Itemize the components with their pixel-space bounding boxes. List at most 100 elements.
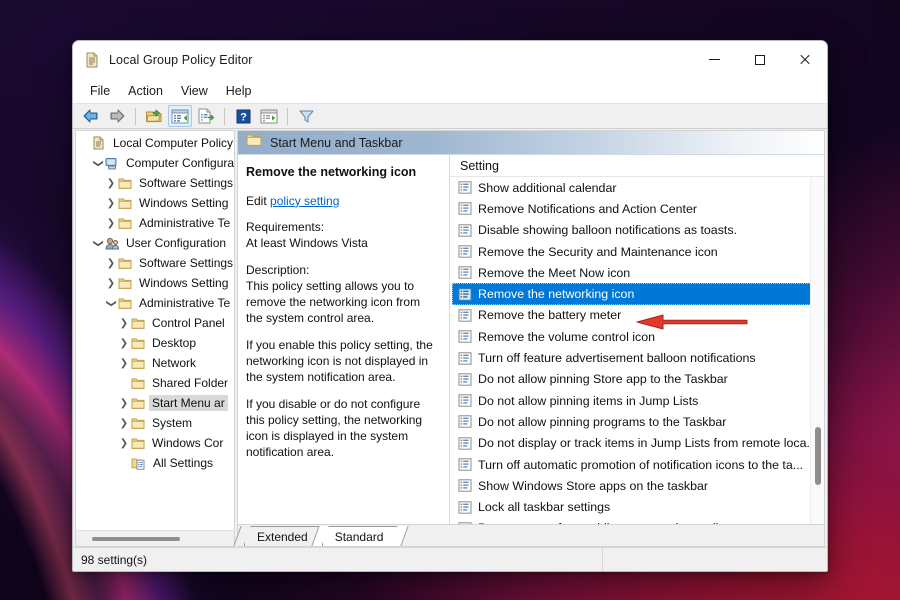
back-button[interactable]	[79, 105, 103, 127]
chevron-right-icon[interactable]: ❯	[104, 278, 118, 289]
tree-node[interactable]: ❯ User Configuration	[76, 233, 234, 253]
show-hide-action-pane-button[interactable]	[257, 105, 281, 127]
close-button[interactable]	[782, 41, 827, 78]
settings-vertical-scrollbar[interactable]	[810, 177, 824, 524]
menu-action[interactable]: Action	[119, 81, 172, 101]
tree-node[interactable]: ❯ Administrative Te	[76, 213, 234, 233]
tree-scrollbar-thumb[interactable]	[92, 536, 180, 541]
status-secondary	[603, 548, 827, 572]
settings-list-row[interactable]: Do not allow pinning Store app to the Ta…	[452, 369, 824, 390]
tree-horizontal-scrollbar[interactable]	[76, 530, 234, 546]
policy-setting-icon	[458, 309, 472, 322]
settings-list-row[interactable]: Remove Notifications and Action Center	[452, 198, 824, 219]
chevron-right-icon[interactable]: ❯	[104, 198, 118, 209]
tree-node-label: Windows Setting	[139, 196, 229, 210]
tree-node-label: Local Computer Policy	[113, 136, 234, 150]
tree-node[interactable]: Shared Folder	[76, 373, 234, 393]
settings-list-row[interactable]: Remove the battery meter	[452, 305, 824, 326]
requirements-label: Requirements:	[246, 220, 325, 235]
settings-list-row[interactable]: Turn off feature advertisement balloon n…	[452, 347, 824, 368]
description-label: Description:	[246, 263, 310, 278]
settings-list-row[interactable]: Do not allow pinning items in Jump Lists	[452, 390, 824, 411]
tree-node[interactable]: ❯ Software Settings	[76, 253, 234, 273]
tree-node[interactable]: ❯ Start Menu ar	[76, 393, 234, 413]
tab-standard[interactable]: Standard	[321, 526, 398, 546]
chevron-right-icon[interactable]: ❯	[117, 318, 131, 329]
settings-list-row[interactable]: Show additional calendar	[452, 177, 824, 198]
tree-node-label: Control Panel	[152, 316, 225, 330]
tree-node[interactable]: ❯ System	[76, 413, 234, 433]
policy-setting-icon	[458, 181, 472, 194]
settings-list-row[interactable]: Disable showing balloon notifications as…	[452, 220, 824, 241]
tree-node[interactable]: ❯ Windows Cor	[76, 433, 234, 453]
content-header: Start Menu and Taskbar	[238, 131, 824, 155]
tree-node[interactable]: ❯ Network	[76, 353, 234, 373]
export-list-button[interactable]	[194, 105, 218, 127]
settings-list-row[interactable]: Lock all taskbar settings	[452, 496, 824, 517]
tree-node[interactable]: ❯ Windows Setting	[76, 193, 234, 213]
settings-list-row-selected[interactable]: Remove the networking icon	[452, 283, 824, 305]
tree-node-label: Software Settings	[139, 256, 234, 270]
menu-file[interactable]: File	[81, 81, 119, 101]
chevron-right-icon[interactable]: ❯	[117, 338, 131, 349]
settings-list-row-label: Lock all taskbar settings	[478, 500, 611, 515]
minimize-button[interactable]	[692, 41, 737, 78]
filter-button[interactable]	[294, 105, 318, 127]
toolbar: ?	[73, 103, 827, 129]
tree-node[interactable]: ❯ Desktop	[76, 333, 234, 353]
menu-view[interactable]: View	[172, 81, 217, 101]
tree-node[interactable]: ❯ Windows Setting	[76, 273, 234, 293]
help-button[interactable]: ?	[231, 105, 255, 127]
tree-node[interactable]: ❯ Computer Configura	[76, 153, 235, 173]
tab-standard-label: Standard	[334, 529, 384, 544]
chevron-right-icon[interactable]: ❯	[104, 258, 118, 269]
settings-list-row[interactable]: Turn off automatic promotion of notifica…	[452, 454, 824, 475]
settings-list-row[interactable]: Prevent users from adding or removing to…	[452, 518, 824, 524]
svg-text:?: ?	[240, 111, 247, 123]
maximize-button[interactable]	[737, 41, 782, 78]
chevron-right-icon[interactable]: ❯	[117, 358, 131, 369]
settings-list-row-label: Do not display or track items in Jump Li…	[478, 436, 817, 451]
chevron-down-icon[interactable]: ❯	[93, 156, 104, 170]
settings-scrollbar-thumb[interactable]	[815, 426, 821, 485]
chevron-right-icon[interactable]: ❯	[117, 418, 131, 429]
folder-icon	[118, 177, 132, 190]
all-settings-icon	[131, 457, 146, 470]
menu-help[interactable]: Help	[217, 81, 261, 101]
settings-list-row[interactable]: Remove the Meet Now icon	[452, 262, 824, 283]
tree-node[interactable]: ❯ Software Settings	[76, 173, 234, 193]
forward-button[interactable]	[105, 105, 129, 127]
settings-list-row[interactable]: Show Windows Store apps on the taskbar	[452, 475, 824, 496]
view-tabs: Extended Standard	[238, 524, 824, 546]
settings-list-row[interactable]: Remove the volume control icon	[452, 326, 824, 347]
tab-extended[interactable]: Extended	[244, 526, 322, 546]
settings-list-row-label: Do not allow pinning programs to the Tas…	[478, 414, 727, 429]
toolbar-separator	[224, 107, 225, 125]
policy-document-icon	[84, 52, 100, 68]
chevron-right-icon[interactable]: ❯	[104, 218, 118, 229]
tree-node-label: Desktop	[152, 336, 197, 350]
policy-setting-link[interactable]: policy setting	[270, 194, 339, 208]
minimize-icon	[709, 59, 720, 60]
chevron-right-icon[interactable]: ❯	[117, 438, 131, 449]
up-one-level-button[interactable]	[142, 105, 166, 127]
settings-list-row[interactable]: Remove the Security and Maintenance icon	[452, 241, 824, 262]
chevron-down-icon[interactable]: ❯	[93, 236, 104, 250]
settings-list[interactable]: Show additional calendar Remove Notificat…	[450, 177, 824, 524]
settings-list-row[interactable]: Do not allow pinning programs to the Tas…	[452, 411, 824, 432]
chevron-right-icon[interactable]: ❯	[117, 398, 131, 409]
settings-list-row[interactable]: Do not display or track items in Jump Li…	[452, 433, 824, 454]
chevron-right-icon[interactable]: ❯	[104, 178, 118, 189]
column-header-setting[interactable]: Setting	[450, 155, 824, 177]
tree-node[interactable]: Local Computer Policy	[76, 133, 234, 153]
tree-node[interactable]: All Settings	[76, 453, 234, 473]
chevron-down-icon[interactable]: ❯	[106, 296, 117, 310]
folder-icon	[118, 277, 132, 290]
content-header-title: Start Menu and Taskbar	[270, 135, 403, 150]
tree-node[interactable]: ❯ Control Panel	[76, 313, 234, 333]
tree-node[interactable]: ❯ Administrative Te	[76, 293, 234, 313]
folder-icon	[131, 417, 145, 430]
show-hide-console-tree-button[interactable]	[168, 105, 192, 127]
console-tree[interactable]: Local Computer Policy ❯ Computer Configura…	[76, 131, 235, 530]
tree-node-label: Software Settings	[139, 176, 234, 190]
